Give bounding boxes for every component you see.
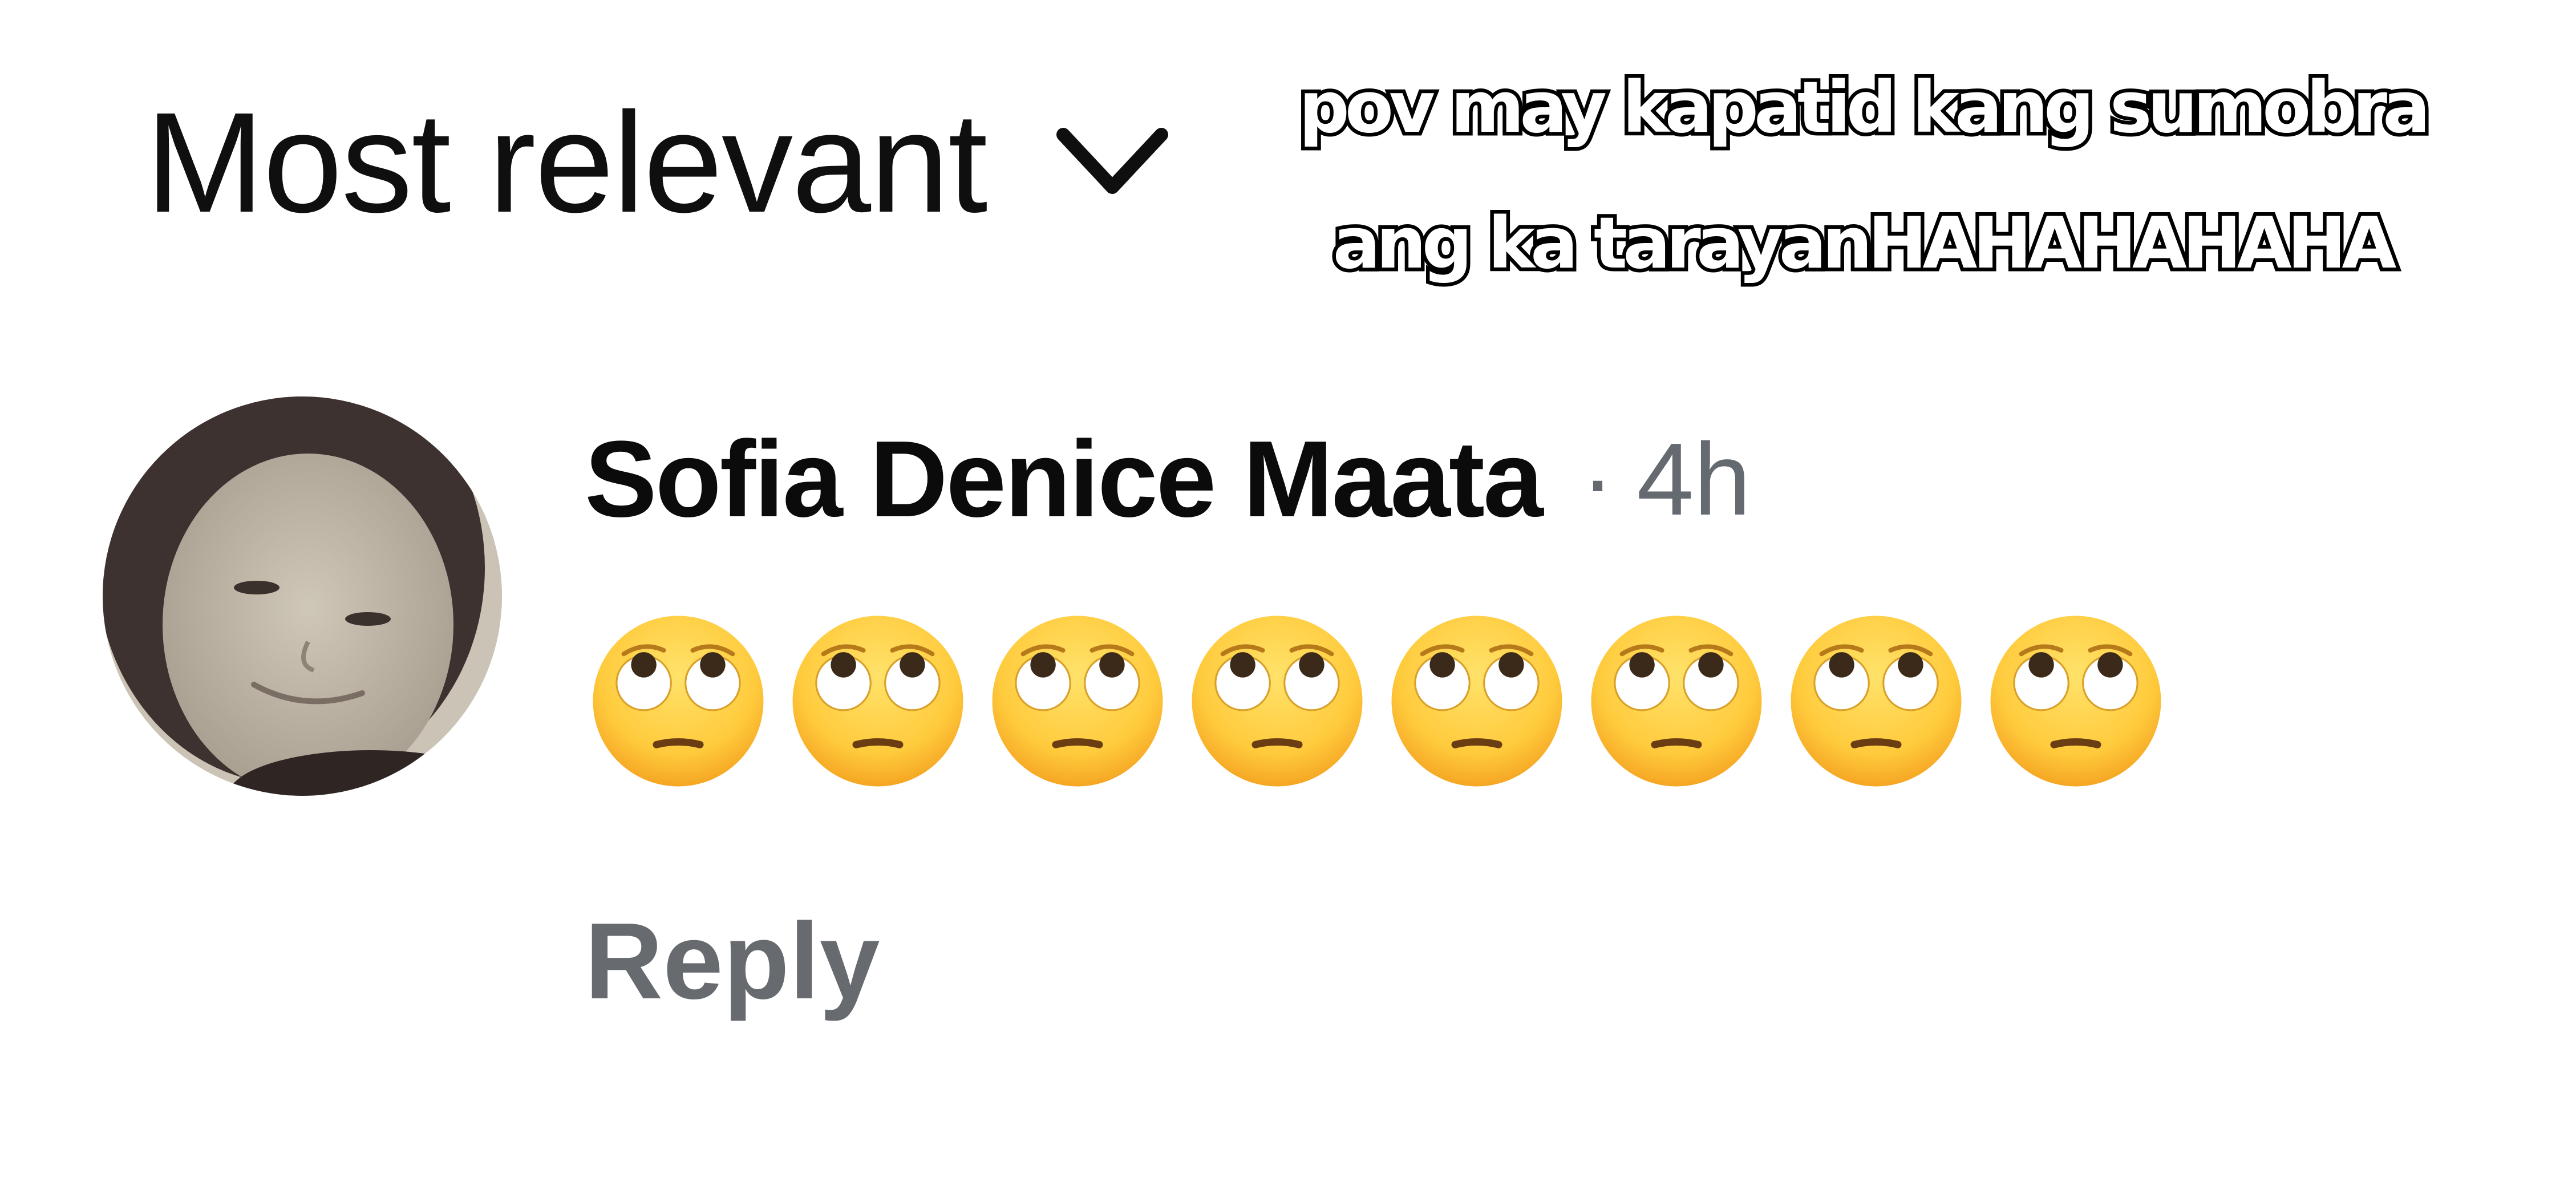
comment-timestamp: 4h <box>1637 422 1751 537</box>
rolling-eyes-emoji-icon <box>1990 616 2161 787</box>
rolling-eyes-emoji-icon <box>1591 616 1762 787</box>
sort-dropdown[interactable]: Most relevant <box>145 80 1169 245</box>
video-caption-overlay: pov may kapatid kang sumobra ang ka tara… <box>1272 40 2453 311</box>
rolling-eyes-emoji-icon <box>593 616 764 787</box>
reply-button[interactable]: Reply <box>585 907 880 1015</box>
rolling-eyes-emoji-icon <box>1791 616 1962 787</box>
avatar-photo <box>103 396 502 796</box>
caption-line-1: pov may kapatid kang sumobra <box>1295 63 2435 153</box>
sort-label: Most relevant <box>145 83 988 242</box>
rolling-eyes-emoji-icon <box>1192 616 1363 787</box>
rolling-eyes-emoji-icon <box>1391 616 1562 787</box>
comments-panel: Most relevant pov may kapatid kang sumob… <box>0 0 2576 1198</box>
avatar[interactable] <box>103 396 502 796</box>
rolling-eyes-emoji-icon <box>792 616 963 787</box>
chevron-down-icon <box>1055 126 1169 200</box>
rolling-eyes-emoji-icon <box>992 616 1163 787</box>
meta-separator: · <box>1581 425 1614 533</box>
comment-header: Sofia Denice Maata · 4h <box>585 411 1751 548</box>
comment-text <box>588 610 2166 792</box>
comment-author-name[interactable]: Sofia Denice Maata <box>585 417 1544 541</box>
caption-line-2: ang ka tarayanHAHAHAHAHA <box>1329 199 2400 289</box>
